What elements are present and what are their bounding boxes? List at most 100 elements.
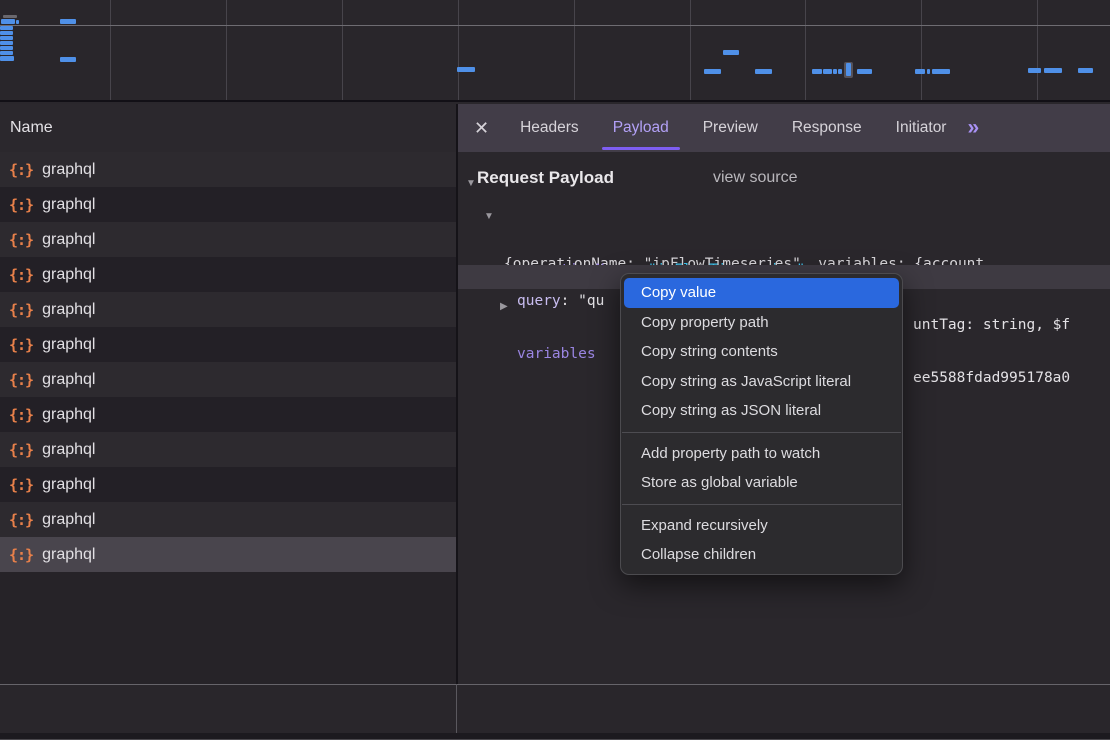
- close-icon[interactable]: ✕: [458, 118, 495, 139]
- timeline-hover-marker: [844, 62, 853, 78]
- context-menu: Copy valueCopy property pathCopy string …: [620, 273, 903, 575]
- request-timing-bar: [0, 36, 13, 40]
- request-timing-bar: [823, 69, 832, 74]
- request-name: graphql: [42, 161, 95, 179]
- tabs-container: HeadersPayloadPreviewResponseInitiator: [503, 104, 963, 152]
- timeline-gridline: [574, 0, 575, 100]
- request-timing-bar: [833, 69, 837, 74]
- json-braces-icon: {:}: [9, 266, 33, 284]
- json-braces-icon: {:}: [9, 371, 33, 389]
- json-braces-icon: {:}: [9, 476, 33, 494]
- request-timing-bar: [838, 69, 842, 74]
- footer-panel-divider: [456, 684, 457, 733]
- tab-headers[interactable]: Headers: [507, 104, 592, 152]
- request-timing-bar: [932, 69, 950, 74]
- request-row[interactable]: {:} graphql: [0, 502, 456, 537]
- collapse-triangle-icon[interactable]: ▼: [484, 205, 494, 229]
- json-braces-icon: {:}: [9, 546, 33, 564]
- property-key: variables: [517, 342, 596, 366]
- tab-initiator[interactable]: Initiator: [883, 104, 960, 152]
- request-timing-bar: [0, 46, 13, 50]
- request-timing-bar: [857, 69, 872, 74]
- json-braces-icon: {:}: [9, 231, 33, 249]
- json-braces-icon: {:}: [9, 161, 33, 179]
- name-column-label: Name: [10, 119, 53, 137]
- request-row[interactable]: {:} graphql: [0, 187, 456, 222]
- request-name: graphql: [42, 266, 95, 284]
- tab-response[interactable]: Response: [779, 104, 875, 152]
- details-tabbar: ✕ HeadersPayloadPreviewResponseInitiator…: [458, 104, 1110, 152]
- request-row[interactable]: {:} graphql: [0, 362, 456, 397]
- request-row[interactable]: {:} graphql: [0, 537, 456, 572]
- menu-item-copy-string-contents[interactable]: Copy string contents: [624, 337, 899, 367]
- menu-item-copy-value[interactable]: Copy value: [624, 278, 899, 308]
- request-name: graphql: [42, 196, 95, 214]
- request-row[interactable]: {:} graphql: [0, 467, 456, 502]
- network-overview-timeline[interactable]: [0, 0, 1110, 102]
- timeline-divider-line: [0, 25, 1110, 26]
- tab-preview[interactable]: Preview: [690, 104, 771, 152]
- collapse-triangle-icon[interactable]: ▼: [466, 171, 476, 197]
- name-column-header[interactable]: Name: [0, 104, 456, 152]
- request-row[interactable]: {:}graphql: [0, 292, 456, 327]
- request-timing-bar: [16, 20, 19, 24]
- request-timing-bar: [1044, 68, 1062, 73]
- request-name: graphql: [42, 231, 95, 249]
- request-timing-bar: [1, 19, 15, 24]
- json-braces-icon: {:}: [9, 196, 33, 214]
- request-name: graphql: [42, 511, 95, 529]
- devtools-network-panel: Name {:}graphql{:}graphql{:}graphql{:}gr…: [0, 0, 1110, 740]
- request-name: graphql: [42, 476, 95, 494]
- request-row[interactable]: {:} graphql: [0, 222, 456, 257]
- request-timing-bar: [0, 51, 13, 55]
- menu-item-copy-string-as-javascript-literal[interactable]: Copy string as JavaScript literal: [624, 367, 899, 397]
- status-footer: [0, 684, 1110, 733]
- request-name: graphql: [42, 371, 95, 389]
- timeline-gridline: [1037, 0, 1038, 100]
- request-timing-bar: [1028, 68, 1041, 73]
- property-row-operationName[interactable]: operationName: "ipFlowTimeseries": [458, 234, 1110, 258]
- request-timing-bar: [0, 26, 13, 30]
- timeline-gridline: [805, 0, 806, 100]
- request-row[interactable]: {:}graphql: [0, 432, 456, 467]
- request-timing-bar: [812, 69, 822, 74]
- request-timing-bar: [3, 15, 17, 18]
- request-timing-bar: [755, 69, 772, 74]
- menu-item-add-property-path-to-watch[interactable]: Add property path to watch: [624, 439, 899, 469]
- requests-list-panel: Name {:}graphql{:}graphql{:}graphql{:}gr…: [0, 104, 456, 684]
- request-timing-bar: [60, 57, 76, 62]
- json-braces-icon: {:}: [9, 301, 33, 319]
- more-tabs-icon[interactable]: »: [967, 116, 977, 140]
- request-rows: {:} graphql {:} graphql {:} graphql {:} graphql…: [0, 152, 456, 572]
- object-preview-row[interactable]: ▼ {operationName: "ipFlowTimeseries", va…: [458, 204, 1110, 228]
- menu-item-copy-property-path[interactable]: Copy property path: [624, 308, 899, 338]
- json-braces-icon: {:}: [9, 511, 33, 529]
- section-title: Request Payload: [477, 165, 614, 191]
- menu-item-collapse-children[interactable]: Collapse children: [624, 540, 899, 570]
- json-braces-icon: {:}: [9, 406, 33, 424]
- request-timing-bar: [0, 56, 14, 61]
- timeline-gridline: [226, 0, 227, 100]
- request-name: graphql: [42, 336, 95, 354]
- timeline-gridline: [342, 0, 343, 100]
- request-row[interactable]: {:} graphql: [0, 257, 456, 292]
- menu-separator: [622, 432, 901, 433]
- json-braces-icon: {:}: [9, 441, 33, 459]
- request-name: graphql: [42, 546, 95, 564]
- request-timing-bar: [0, 41, 13, 45]
- request-name: graphql: [42, 406, 95, 424]
- timeline-hover-marker-bar: [846, 63, 851, 76]
- tab-payload[interactable]: Payload: [600, 104, 682, 152]
- view-source-link[interactable]: view source: [713, 165, 797, 191]
- request-payload-section-header: ▼ Request Payload view source: [458, 165, 1110, 191]
- request-row[interactable]: {:} graphql: [0, 327, 456, 362]
- request-timing-bar: [457, 67, 475, 72]
- menu-item-store-as-global-variable[interactable]: Store as global variable: [624, 468, 899, 498]
- menu-item-copy-string-as-json-literal[interactable]: Copy string as JSON literal: [624, 396, 899, 426]
- request-timing-bar: [60, 19, 76, 24]
- menu-item-expand-recursively[interactable]: Expand recursively: [624, 511, 899, 541]
- json-braces-icon: {:}: [9, 336, 33, 354]
- request-row[interactable]: {:} graphql: [0, 397, 456, 432]
- request-row[interactable]: {:} graphql: [0, 152, 456, 187]
- expand-triangle-icon[interactable]: ▶: [500, 295, 508, 319]
